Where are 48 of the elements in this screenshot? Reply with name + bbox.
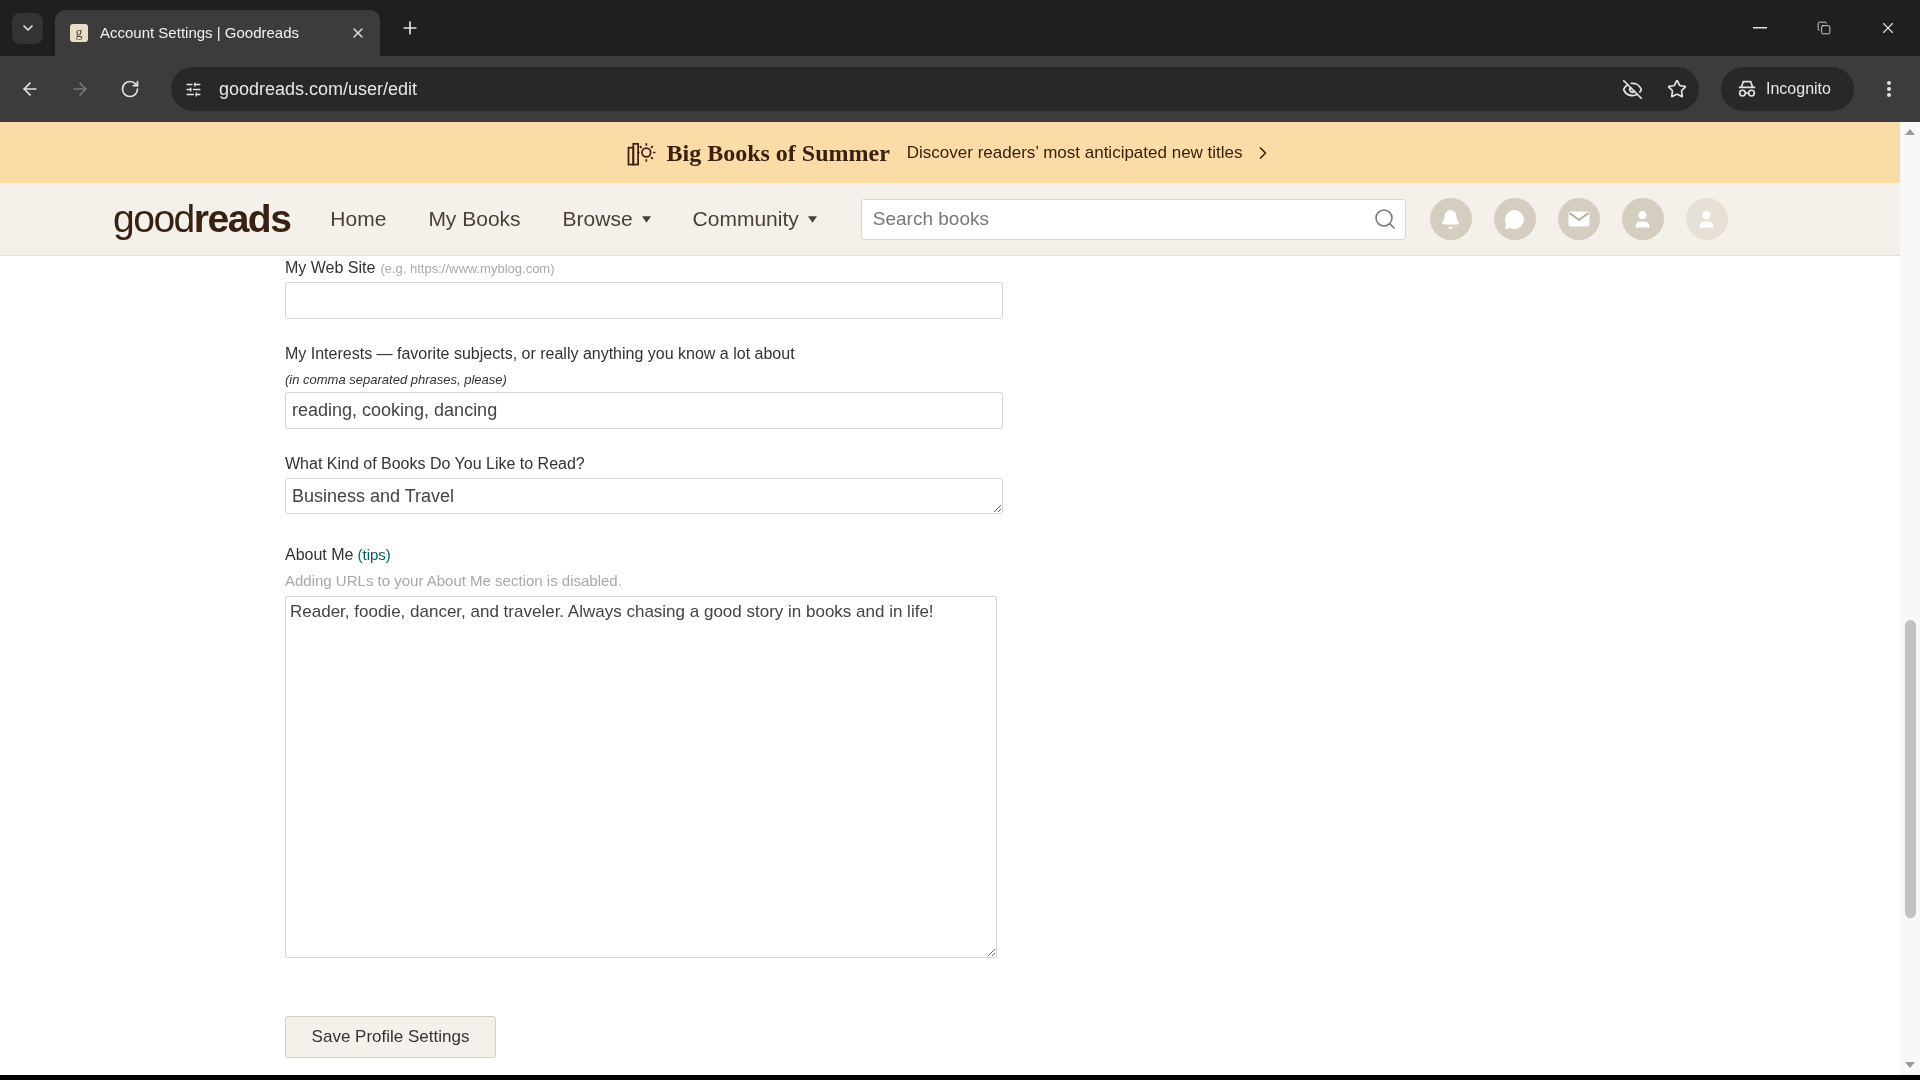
scrollbar-thumb[interactable] — [1904, 620, 1916, 918]
input-field[interactable]: reading, cooking, dancing — [285, 392, 1003, 429]
tab-title: Account Settings | Goodreads — [100, 22, 299, 43]
scroll-down-icon[interactable] — [1905, 1062, 1915, 1068]
reload-icon — [120, 79, 140, 99]
input-field[interactable] — [285, 282, 1003, 319]
incognito-icon — [1737, 80, 1757, 98]
field-label: What Kind of Books Do You Like to Read? — [285, 454, 585, 474]
tab-list-button[interactable] — [12, 12, 43, 44]
nav-link[interactable]: Browse — [562, 203, 651, 235]
sliders-icon — [184, 80, 202, 98]
search-icon[interactable] — [1372, 206, 1397, 231]
banner-text: Discover readers’ most anticipated new titles — [906, 141, 1243, 164]
url-text: goodreads.com/user/edit — [219, 77, 419, 101]
field-instruction: (in comma separated phrases, please) — [285, 371, 508, 389]
scrollbar[interactable] — [1900, 122, 1920, 1075]
nav-link[interactable]: My Books — [428, 203, 521, 235]
browser-tab[interactable]: g Account Settings | Goodreads — [55, 10, 380, 56]
caret-down-icon — [807, 215, 817, 223]
field-label: My Interests — favorite subjects, or really anything you know a lot about — [285, 344, 795, 364]
scroll-up-icon[interactable] — [1905, 129, 1915, 135]
site-logo[interactable]: goodreads — [113, 197, 291, 241]
caret-down-icon — [641, 215, 651, 223]
bell-icon[interactable] — [1429, 198, 1472, 240]
text-area-field[interactable]: Reader, foodie, dancer, and traveler. Always chasing a good story in books and in life! — [285, 596, 997, 958]
eye-off-icon[interactable] — [1622, 78, 1643, 100]
banner-title: Big Books of Summer — [666, 138, 890, 168]
site-favicon: g — [70, 24, 88, 42]
user-icon[interactable] — [1621, 198, 1664, 240]
nav-link[interactable]: Community — [692, 203, 817, 235]
mail-icon[interactable] — [1557, 198, 1600, 240]
text-area-field[interactable]: Business and Travel — [285, 478, 1003, 514]
minimize-icon — [1753, 27, 1767, 29]
nav-link[interactable]: Home — [330, 203, 387, 235]
field-label: My Web Site — [285, 258, 376, 278]
field-label: About Me (tips) — [285, 545, 391, 565]
address-bar[interactable]: goodreads.com/user/edit — [171, 67, 1699, 111]
incognito-button[interactable]: Incognito — [1721, 67, 1854, 111]
search-field[interactable]: Search books — [860, 198, 1406, 240]
star-icon[interactable] — [1667, 79, 1687, 99]
promo-banner[interactable]: Big Books of Summer Discover readers’ most anticipated new titles — [0, 122, 1900, 183]
chat-icon[interactable] — [1493, 198, 1536, 240]
field-hint: (e.g. https://www.myblog.com) — [380, 260, 555, 278]
tips-link[interactable]: (tips) — [357, 546, 391, 563]
save-button[interactable]: Save Profile Settings — [285, 1016, 496, 1058]
restore-icon — [1817, 21, 1831, 35]
field-notice: Adding URLs to your About Me section is disabled. — [285, 572, 623, 590]
menu-icon — [1887, 81, 1891, 97]
